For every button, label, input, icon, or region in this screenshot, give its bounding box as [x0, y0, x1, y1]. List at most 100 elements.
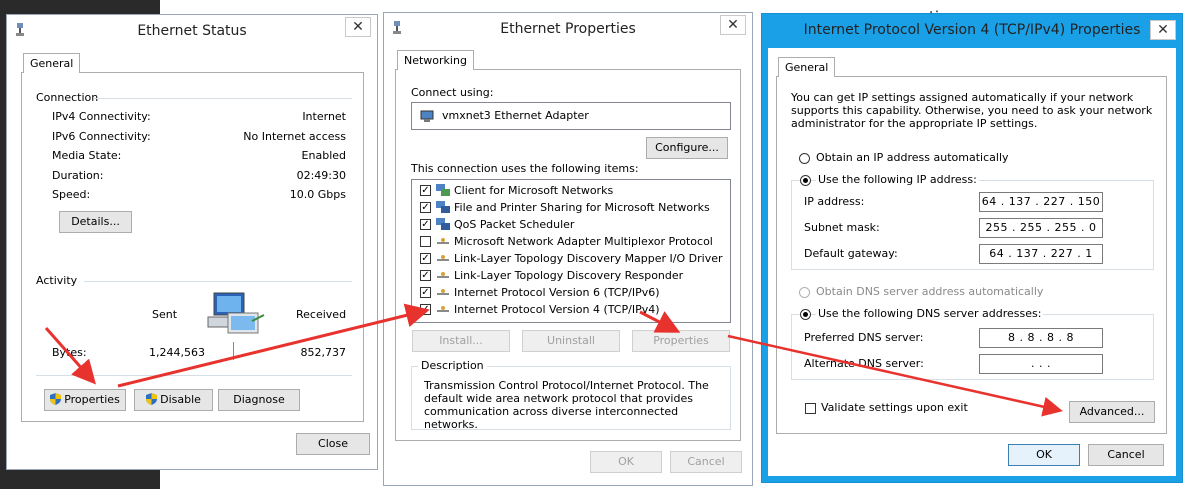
obtain-ip-auto-radio[interactable] [799, 153, 810, 164]
disable-button-label: Disable [160, 393, 201, 406]
install-button[interactable]: Install... [412, 330, 510, 352]
alternate-dns-label: Alternate DNS server: [804, 357, 924, 370]
preferred-dns-label: Preferred DNS server: [804, 331, 924, 344]
tab-general[interactable]: General [778, 57, 836, 77]
bottom-separator [36, 375, 352, 376]
protocol-icon [437, 238, 449, 244]
tab-general[interactable]: General [23, 53, 81, 73]
network-adapter-icon [420, 110, 434, 122]
speed-value: 10.0 Gbps [289, 188, 346, 201]
use-following-dns-radio[interactable] [800, 309, 811, 320]
networking-panel: Connect using: vmxnet3 Ethernet Adapter … [395, 69, 741, 441]
bytes-received-value: 852,737 [300, 346, 347, 359]
qos-scheduler-icon [436, 218, 450, 230]
close-button[interactable]: Close [296, 433, 370, 455]
ipv6-connectivity-value: No Internet access [243, 130, 346, 143]
list-item[interactable]: ✓ Internet Protocol Version 6 (TCP/IPv6) [412, 285, 728, 301]
item-checkbox[interactable]: ✓ [420, 270, 431, 281]
item-label: Link-Layer Topology Discovery Responder [454, 269, 684, 282]
window-client-area: General You can get IP settings assigned… [768, 48, 1176, 476]
window-title: Ethernet Properties [500, 21, 636, 37]
close-icon[interactable]: ✕ [1150, 20, 1176, 40]
cancel-button[interactable]: Cancel [1088, 444, 1164, 466]
list-item[interactable]: ✓ Link-Layer Topology Discovery Responde… [412, 268, 728, 284]
items-label: This connection uses the following items… [411, 162, 639, 175]
dns-server-group: Use the following DNS server addresses: … [791, 307, 1154, 380]
sent-label: Sent [152, 308, 178, 321]
connection-label: Connection [36, 91, 99, 104]
media-state-label: Media State: [52, 149, 122, 162]
item-checkbox[interactable]: ✓ [420, 219, 431, 230]
item-label: Microsoft Network Adapter Multiplexor Pr… [454, 235, 713, 248]
description-label: Description [418, 359, 487, 372]
window-title: Ethernet Status [137, 23, 247, 39]
default-gateway-label: Default gateway: [804, 247, 898, 260]
list-item[interactable]: ✓ Internet Protocol Version 4 (TCP/IPv4) [412, 302, 728, 318]
general-panel: You can get IP settings assigned automat… [776, 76, 1167, 434]
bytes-label: Bytes: [52, 346, 87, 359]
ok-button[interactable]: OK [590, 451, 662, 473]
list-item[interactable]: Microsoft Network Adapter Multiplexor Pr… [412, 234, 728, 250]
details-button[interactable]: Details... [59, 211, 132, 233]
item-label: QoS Packet Scheduler [454, 218, 575, 231]
properties-button[interactable]: Properties [632, 330, 730, 352]
protocol-icon [437, 255, 449, 261]
obtain-dns-auto-label: Obtain DNS server address automatically [816, 285, 1044, 298]
list-item[interactable]: ✓ QoS Packet Scheduler [412, 217, 728, 233]
network-activity-icon [207, 292, 265, 334]
properties-button[interactable]: Properties [44, 389, 126, 411]
disable-button[interactable]: Disable [134, 389, 213, 411]
obtain-dns-auto-radio[interactable] [799, 287, 810, 298]
close-icon[interactable]: ✕ [345, 17, 371, 37]
list-item[interactable]: ✓ File and Printer Sharing for Microsoft… [412, 200, 728, 216]
item-checkbox[interactable] [420, 236, 431, 247]
advanced-button[interactable]: Advanced... [1069, 401, 1155, 423]
item-checkbox[interactable]: ✓ [420, 202, 431, 213]
ok-button[interactable]: OK [1008, 444, 1080, 466]
validate-checkbox[interactable] [805, 403, 816, 414]
default-gateway-input[interactable]: 64 . 137 . 227 . 1 [979, 244, 1103, 264]
uac-shield-icon [50, 393, 62, 405]
item-checkbox[interactable]: ✓ [420, 253, 431, 264]
cancel-button[interactable]: Cancel [670, 451, 742, 473]
tab-networking[interactable]: Networking [397, 50, 474, 70]
speed-label: Speed: [52, 188, 91, 201]
item-checkbox[interactable]: ✓ [420, 287, 431, 298]
general-panel: Connection IPv4 Connectivity: Internet I… [21, 72, 364, 422]
title-bar[interactable]: Ethernet Properties ✕ [384, 13, 752, 45]
ipv4-connectivity-label: IPv4 Connectivity: [52, 110, 151, 123]
activity-separator [84, 281, 352, 282]
ip-address-input[interactable]: 64 . 137 . 227 . 150 [979, 192, 1103, 212]
subnet-mask-input[interactable]: 255 . 255 . 255 . 0 [979, 218, 1103, 238]
list-item[interactable]: ✓ Link-Layer Topology Discovery Mapper I… [412, 251, 728, 267]
alternate-dns-input[interactable]: . . . [979, 354, 1103, 374]
item-checkbox[interactable]: ✓ [420, 185, 431, 196]
intro-text: You can get IP settings assigned automat… [791, 91, 1153, 130]
item-checkbox[interactable]: ✓ [420, 304, 431, 315]
bytes-sent-value: 1,244,563 [149, 346, 205, 359]
protocol-icon [437, 289, 449, 295]
title-bar[interactable]: Ethernet Status ✕ [7, 15, 377, 47]
preferred-dns-input[interactable]: 8 . 8 . 8 . 8 [979, 328, 1103, 348]
configure-button[interactable]: Configure... [646, 137, 728, 159]
uac-shield-icon [146, 393, 158, 405]
validate-label: Validate settings upon exit [821, 401, 968, 414]
list-item[interactable]: ✓ Client for Microsoft Networks [412, 183, 728, 199]
connect-using-label: Connect using: [411, 86, 494, 99]
item-label: Internet Protocol Version 6 (TCP/IPv6) [454, 286, 660, 299]
description-text: Transmission Control Protocol/Internet P… [424, 379, 709, 431]
ethernet-status-window: Ethernet Status ✕ General Connection IPv… [6, 14, 378, 470]
ipv4-properties-window: Internet Protocol Version 4 (TCP/IPv4) P… [761, 13, 1183, 483]
duration-label: Duration: [52, 169, 104, 182]
ipv6-connectivity-label: IPv6 Connectivity: [52, 130, 151, 143]
close-icon[interactable]: ✕ [720, 15, 746, 35]
adapter-box: vmxnet3 Ethernet Adapter [411, 102, 731, 130]
use-following-ip-radio[interactable] [800, 175, 811, 186]
diagnose-button[interactable]: Diagnose [218, 389, 300, 411]
window-title: Internet Protocol Version 4 (TCP/IPv4) P… [803, 22, 1141, 38]
protocol-icon [437, 306, 449, 312]
title-bar[interactable]: Internet Protocol Version 4 (TCP/IPv4) P… [762, 14, 1182, 46]
items-list: ✓ Client for Microsoft Networks ✓ File a… [411, 179, 731, 323]
uninstall-button[interactable]: Uninstall [522, 330, 620, 352]
properties-button-label: Properties [64, 393, 120, 406]
